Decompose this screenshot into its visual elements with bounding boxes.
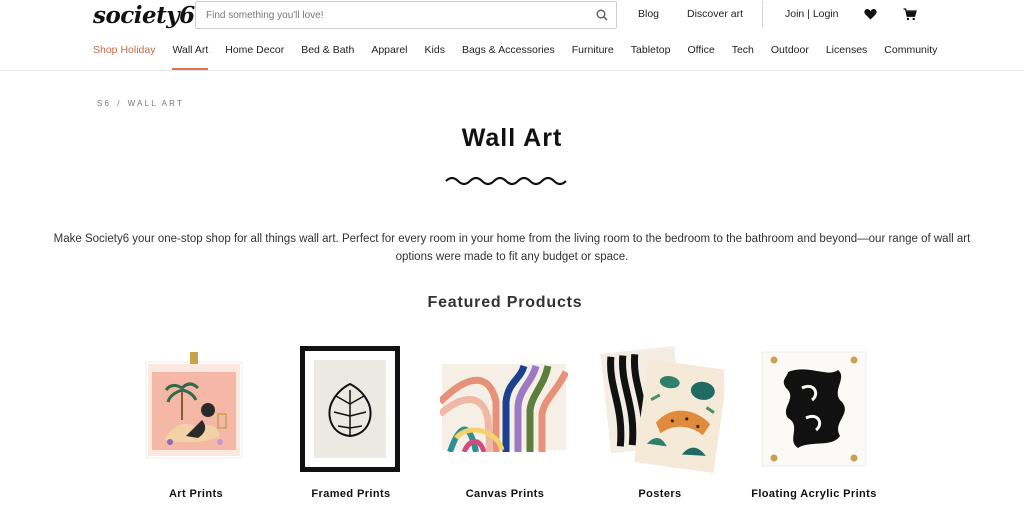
nav-item-tabletop[interactable]: Tabletop bbox=[631, 44, 671, 56]
search-icon bbox=[596, 9, 608, 21]
nav-item-wall-art[interactable]: Wall Art bbox=[172, 44, 208, 70]
discover-art-link[interactable]: Discover art bbox=[687, 8, 743, 20]
featured-products-title: Featured Products bbox=[427, 294, 583, 311]
product-label-floating-acrylic-prints[interactable]: Floating Acrylic Prints bbox=[748, 488, 880, 500]
breadcrumb-root[interactable]: S6 bbox=[97, 99, 111, 108]
canvas-print-image bbox=[440, 364, 568, 452]
society6-logo[interactable]: society6 bbox=[93, 2, 195, 29]
header-divider bbox=[762, 1, 763, 27]
page-title: Wall Art bbox=[461, 124, 563, 152]
product-label-framed-prints[interactable]: Framed Prints bbox=[301, 488, 401, 500]
breadcrumb-current: WALL ART bbox=[127, 99, 185, 108]
nav-item-tech[interactable]: Tech bbox=[732, 44, 754, 56]
nav-item-bags-accessories[interactable]: Bags & Accessories bbox=[462, 44, 555, 56]
framed-print-image bbox=[300, 346, 400, 472]
nav-item-shop-holiday[interactable]: Shop Holiday bbox=[93, 44, 155, 56]
squiggle-divider-icon bbox=[445, 176, 567, 186]
site-header: society6 Blog Discover art Join | Login … bbox=[0, 0, 1024, 71]
join-login-link[interactable]: Join | Login bbox=[785, 8, 839, 20]
breadcrumb: S6 / WALL ART bbox=[97, 99, 184, 108]
nav-item-licenses[interactable]: Licenses bbox=[826, 44, 867, 56]
acrylic-print-image bbox=[761, 351, 867, 467]
cart-icon bbox=[903, 7, 917, 20]
nav-item-community[interactable]: Community bbox=[884, 44, 937, 56]
intro-text: Make Society6 your one-stop shop for all… bbox=[30, 230, 994, 266]
nav-item-bed-bath[interactable]: Bed & Bath bbox=[301, 44, 354, 56]
product-label-canvas-prints[interactable]: Canvas Prints bbox=[455, 488, 555, 500]
search-input[interactable] bbox=[196, 2, 588, 28]
search-button[interactable] bbox=[588, 2, 616, 28]
blog-link[interactable]: Blog bbox=[638, 8, 659, 20]
poster-image bbox=[600, 346, 724, 474]
intro-line-2: options were made to fit any budget or s… bbox=[395, 251, 629, 263]
wishlist-button[interactable] bbox=[862, 6, 878, 22]
nav-item-kids[interactable]: Kids bbox=[425, 44, 445, 56]
product-label-posters[interactable]: Posters bbox=[610, 488, 710, 500]
nav-item-office[interactable]: Office bbox=[687, 44, 714, 56]
nav-item-furniture[interactable]: Furniture bbox=[572, 44, 614, 56]
heart-icon bbox=[863, 9, 877, 20]
product-label-art-prints[interactable]: Art Prints bbox=[146, 488, 246, 500]
intro-line-1: Make Society6 your one-stop shop for all… bbox=[53, 233, 971, 245]
art-print-image bbox=[145, 352, 243, 459]
nav-item-apparel[interactable]: Apparel bbox=[371, 44, 407, 56]
search-bar bbox=[195, 1, 617, 29]
category-nav: Shop Holiday Wall Art Home Decor Bed & B… bbox=[93, 44, 954, 70]
cart-button[interactable] bbox=[902, 6, 918, 22]
nav-item-home-decor[interactable]: Home Decor bbox=[225, 44, 284, 56]
nav-item-outdoor[interactable]: Outdoor bbox=[771, 44, 809, 56]
breadcrumb-separator: / bbox=[117, 99, 122, 108]
